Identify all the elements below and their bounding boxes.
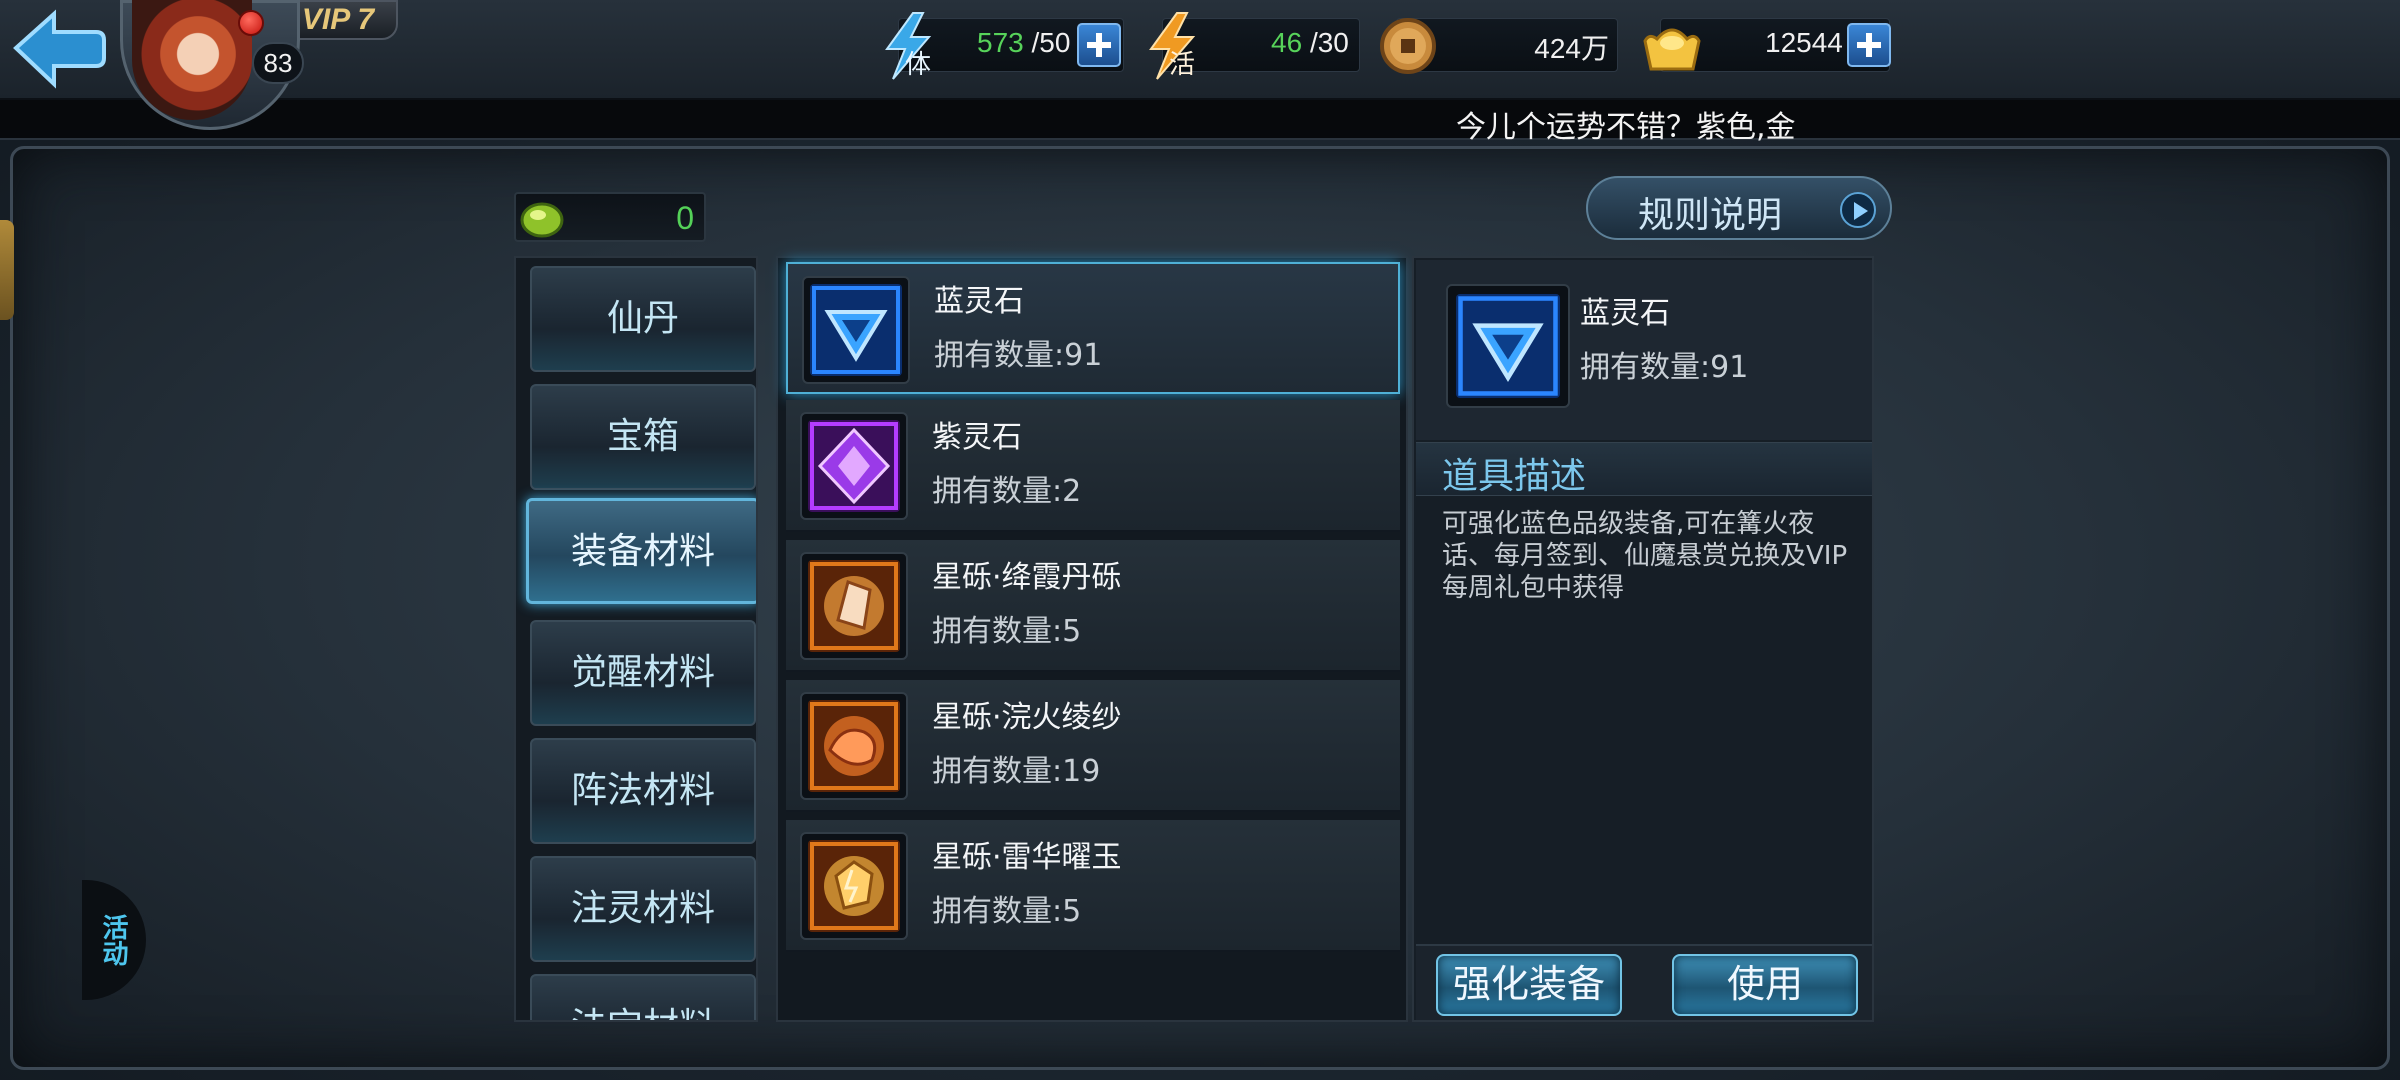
category-formation-materials[interactable]: 阵法材料: [530, 738, 756, 844]
player-level: 83: [252, 42, 304, 84]
item-name: 星砾·绛霞丹砾: [932, 560, 1122, 595]
blue-spirit-stone-icon: [1456, 294, 1560, 398]
stamina-current: 573: [977, 27, 1024, 58]
gold-stat: 12544: [1643, 18, 1891, 72]
list-item[interactable]: 星砾·绛霞丹砾 拥有数量:5: [786, 540, 1400, 672]
avatar[interactable]: [132, 0, 252, 120]
currency-value: 0: [676, 200, 694, 236]
category-treasure-materials[interactable]: 法宝材料: [530, 974, 756, 1020]
back-arrow-icon[interactable]: [10, 6, 106, 90]
announcement-text: 今儿个运势不错？紫色,金: [1456, 110, 1796, 145]
rules-button[interactable]: 规则说明: [1586, 176, 1892, 240]
item-count: 拥有数量:5: [932, 894, 1082, 929]
rules-button-label: 规则说明: [1638, 195, 1783, 236]
category-equipment-materials[interactable]: 装备材料: [526, 498, 756, 604]
svg-text:活: 活: [1169, 50, 1195, 80]
notification-dot: [238, 10, 264, 36]
copper-stat: 424万: [1380, 18, 1618, 74]
add-stamina-button[interactable]: [1077, 23, 1121, 67]
detail-header: 蓝灵石 拥有数量:91: [1416, 260, 1872, 440]
list-item[interactable]: 紫灵石 拥有数量:2: [786, 400, 1400, 532]
item-name: 星砾·雷华曜玉: [932, 840, 1122, 875]
activity-stat: 活 46 /30: [1149, 12, 1360, 80]
item-detail-panel: 蓝灵石 拥有数量:91 道具描述 可强化蓝色品级装备,可在篝火夜话、每月签到、仙…: [1412, 256, 1874, 1022]
category-xiandan[interactable]: 仙丹: [530, 266, 756, 372]
item-description: 可强化蓝色品级装备,可在篝火夜话、每月签到、仙魔悬赏兑换及VIP每周礼包中获得: [1442, 509, 1848, 603]
list-item[interactable]: 星砾·雷华曜玉 拥有数量:5: [786, 820, 1400, 952]
gold-value: 12544: [1765, 27, 1843, 58]
detail-item-count: 拥有数量:91: [1580, 350, 1749, 385]
category-baoxiang[interactable]: 宝箱: [530, 384, 756, 490]
item-count: 拥有数量:2: [932, 474, 1082, 509]
top-bar: 83 VIP 7 体 573 /50 活 46 /30 424万 12544: [0, 0, 2400, 130]
item-list[interactable]: 蓝灵石 拥有数量:91 紫灵石 拥有数量:2 星砾·绛霞丹砾 拥有数量:5 星砾…: [776, 256, 1408, 1022]
copper-value: 424万: [1534, 33, 1609, 64]
list-item[interactable]: 星砾·浣火绫纱 拥有数量:19: [786, 680, 1400, 812]
category-list[interactable]: 仙丹 宝箱 装备材料 觉醒材料 阵法材料 注灵材料 法宝材料: [514, 256, 758, 1022]
orange-star-gravel-icon: [808, 560, 900, 652]
activity-max: /30: [1309, 27, 1349, 58]
item-count: 拥有数量:5: [932, 614, 1082, 649]
copper-coin-icon: [1380, 18, 1436, 74]
gold-ingot-icon: [1643, 28, 1701, 71]
item-name: 紫灵石: [932, 420, 1022, 455]
purple-spirit-stone-icon: [808, 420, 900, 512]
orange-thunder-jade-icon: [808, 840, 900, 932]
play-arrow-icon: [1840, 192, 1876, 228]
stamina-lightning-icon: 体: [885, 12, 932, 80]
green-gem-icon: [520, 202, 564, 238]
description-header: 道具描述: [1416, 442, 1872, 497]
left-edge-tab[interactable]: [0, 220, 14, 320]
enhance-equipment-button[interactable]: 强化装备: [1436, 954, 1622, 1016]
stamina-stat: 体 573 /50: [885, 12, 1124, 80]
orange-fire-silk-icon: [808, 700, 900, 792]
item-count: 拥有数量:19: [932, 754, 1101, 789]
currency-display: 0: [514, 192, 706, 242]
description-title: 道具描述: [1442, 456, 1587, 497]
item-name: 星砾·浣火绫纱: [932, 700, 1122, 735]
activity-lightning-icon: 活: [1149, 12, 1196, 80]
blue-spirit-stone-icon: [810, 284, 902, 376]
activity-current: 46: [1271, 27, 1303, 58]
svg-text:体: 体: [905, 50, 931, 80]
detail-item-name: 蓝灵石: [1580, 296, 1670, 331]
item-count: 拥有数量:91: [934, 338, 1103, 373]
category-awakening-materials[interactable]: 觉醒材料: [530, 620, 756, 726]
list-item[interactable]: 蓝灵石 拥有数量:91: [786, 262, 1400, 394]
use-button[interactable]: 使用: [1672, 954, 1858, 1016]
add-gold-button[interactable]: [1847, 23, 1891, 67]
category-infusion-materials[interactable]: 注灵材料: [530, 856, 756, 962]
announcement-marquee: 今儿个运势不错？紫色,金: [0, 100, 2400, 145]
detail-actions: 强化装备 使用: [1416, 944, 1872, 1020]
player-avatar-area[interactable]: 83: [120, 0, 320, 130]
stamina-max: /50: [1031, 27, 1071, 58]
item-name: 蓝灵石: [934, 284, 1024, 319]
